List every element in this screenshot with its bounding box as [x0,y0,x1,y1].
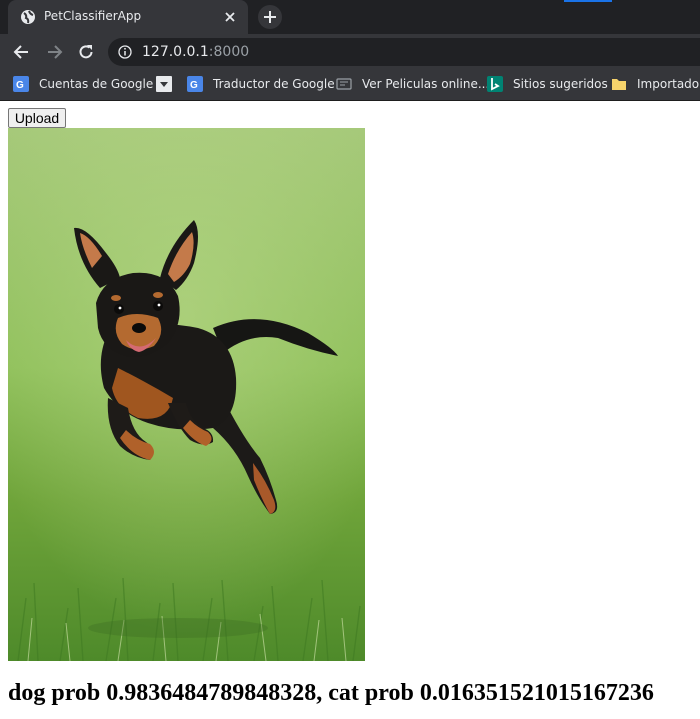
browser-tab[interactable]: PetClassifierApp [8,0,248,34]
dropdown-bookmark-icon [156,76,172,92]
bookmark-ver-peliculas[interactable]: Ver Peliculas online... [336,76,489,94]
bookmark-label: Cuentas de Google [39,77,154,91]
forward-arrow-icon[interactable] [44,42,64,62]
url-text[interactable]: 127.0.0.1:8000 [142,44,249,60]
bookmark-traductor-google[interactable]: G Traductor de Google [187,76,335,94]
plus-icon [264,11,276,23]
movie-icon [336,78,352,90]
google-translate-icon: G [187,76,203,92]
prediction-result: dog prob 0.9836484789848328, cat prob 0.… [8,680,654,706]
bookmark-importado[interactable]: Importado d [611,76,700,94]
close-tab-icon[interactable] [222,9,238,25]
svg-text:G: G [190,80,198,91]
bookmark-label: Sitios sugeridos [513,77,608,91]
bing-icon [487,76,503,92]
bookmark-cuentas-google[interactable]: G Cuentas de Google [13,76,153,94]
bookmarks-bar: G Cuentas de Google G Traductor de Googl… [0,68,700,101]
bookmark-label: Ver Peliculas online... [362,77,490,91]
bookmark-sitios-sugeridos[interactable]: Sitios sugeridos [487,76,608,94]
tab-title: PetClassifierApp [44,9,142,23]
upload-button[interactable]: Upload [8,108,66,128]
back-arrow-icon[interactable] [12,42,32,62]
bookmark-label: Traductor de Google [213,77,335,91]
globe-icon [21,10,35,24]
new-tab-button[interactable] [258,5,282,29]
browser-toolbar: 127.0.0.1:8000 [0,34,700,68]
address-bar[interactable]: 127.0.0.1:8000 [108,38,700,66]
tab-strip: PetClassifierApp [0,0,700,34]
reload-icon[interactable] [76,42,96,62]
folder-icon [612,79,626,90]
url-host: 127.0.0.1 [142,44,209,60]
google-icon: G [13,76,29,92]
info-icon[interactable] [118,45,132,59]
accent-strip [564,0,612,2]
bookmark-dropdown[interactable] [156,76,172,94]
bookmark-label: Importado d [637,77,700,91]
url-port: :8000 [208,44,250,60]
dog-photo [8,128,365,661]
svg-text:G: G [16,80,24,91]
